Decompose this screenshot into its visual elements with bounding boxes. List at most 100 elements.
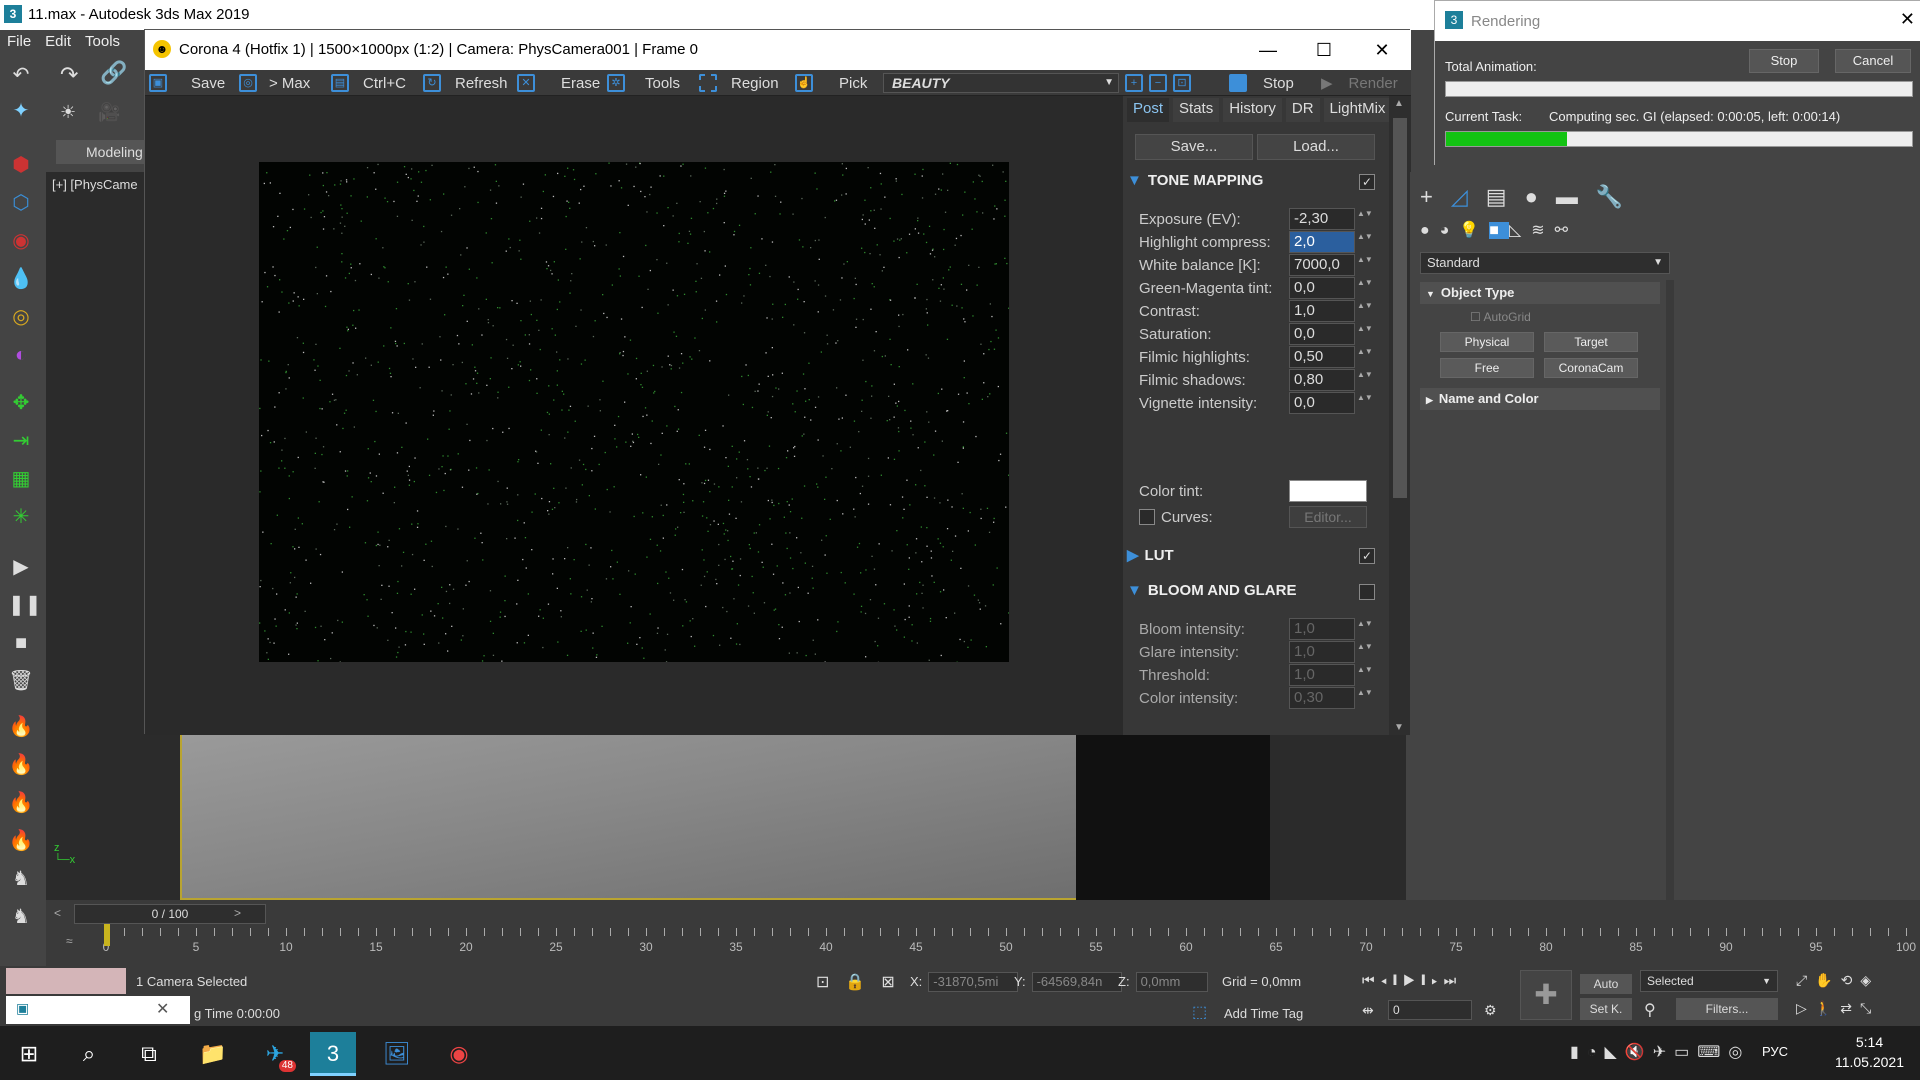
fire-icon[interactable]: 🔥 [8,714,34,740]
tone-1-spinner[interactable]: ▲▼ [1357,208,1373,230]
close-button[interactable]: ✕ [1353,30,1411,70]
zoom-icon[interactable]: ⤢ [1796,972,1815,988]
bloom-2-spinner[interactable]: ▲▼ [1357,641,1373,663]
tone-mapping-header[interactable]: ▼ TONE MAPPING [1127,172,1367,194]
create-tab-icon[interactable]: + [1420,184,1451,209]
light-icon[interactable]: ✦ [8,98,34,124]
cameras-icon[interactable]: ■ [1489,222,1509,239]
render-button[interactable]: ▶ Render [1321,73,1398,93]
bloom-checkbox[interactable] [1359,584,1375,600]
wifi-icon[interactable]: ◔ [1587,1044,1605,1061]
transform-mode-icon[interactable]: ⊠ [881,974,910,991]
pick-button[interactable]: ☝ Pick [795,73,867,93]
auto-key-button[interactable]: Auto [1580,974,1632,994]
post-scrollbar[interactable]: ▲ ▼ [1389,96,1411,735]
tone-8-spinner[interactable]: ▲▼ [1357,369,1373,391]
tone-2-field[interactable]: 2,0 [1289,231,1355,253]
bloom-2-field[interactable]: 1,0 [1289,641,1355,663]
system-tray[interactable]: ▮◔◣🔇✈▭⌨◎ [1570,1042,1750,1062]
stop-render-button[interactable]: Stop [1229,73,1294,93]
coronacam-button[interactable]: CoronaCam [1544,358,1638,378]
tone-8-field[interactable]: 0,80 [1289,369,1355,391]
create-icon[interactable]: ⬢ [8,152,34,178]
curves-editor-button[interactable]: Editor... [1289,506,1367,528]
prev-key-icon[interactable]: ◂❙ [1381,972,1403,988]
autogrid-checkbox[interactable]: ☐ AutoGrid [1470,310,1531,324]
workspace-tab[interactable]: Modeling [56,140,146,164]
explorer-icon[interactable]: 📁 [190,1032,236,1076]
shape-icon[interactable]: ◉ [8,228,34,254]
mini-window[interactable]: ▣ ✕ [6,996,190,1024]
tab-dr[interactable]: DR [1285,98,1320,122]
keyboard-icon[interactable]: ⌨ [1697,1044,1728,1061]
channel-select[interactable]: BEAUTY ▼ [883,73,1119,93]
next-key-icon[interactable]: ❙▸ [1421,972,1443,988]
maximize-button[interactable]: ☐ [1295,30,1353,70]
free-camera-button[interactable]: Free [1440,358,1534,378]
language-indicator[interactable]: РУС [1762,1044,1788,1059]
select-region-icon[interactable]: ⊡ [816,974,845,991]
truck-icon[interactable]: ⇄ [1840,1000,1860,1016]
to-max-button[interactable]: ◎ > Max [239,73,310,93]
walk-icon[interactable]: 🚶 [1815,1000,1840,1016]
curve-editor-icon[interactable]: ≈ [66,934,73,948]
nav-tools-bottom[interactable]: ▷🚶⇄⤡ [1796,1000,1879,1017]
color-tint-swatch[interactable] [1289,480,1367,502]
geometry-icon[interactable]: ⬡ [8,190,34,216]
lock-icon[interactable]: 🔒 [845,974,881,991]
tone-5-field[interactable]: 1,0 [1289,300,1355,322]
pause-icon[interactable]: ❚❚ [8,592,42,618]
key-mode-icon[interactable]: ⇹ [1362,1002,1374,1019]
orbit-icon[interactable]: ⟲ [1841,972,1861,988]
z-field[interactable]: 0,0mm [1135,972,1208,992]
set-key-button[interactable]: Set K. [1580,998,1632,1020]
fire-icon-2[interactable]: 🔥 [8,752,34,778]
drop-icon[interactable]: 💧 [8,266,34,292]
region-button[interactable]: Region [699,73,779,93]
nvidia-icon[interactable]: ◣ [1604,1044,1624,1061]
telegram-tray-icon[interactable]: ✈ [1653,1044,1674,1061]
maxscript-listener[interactable] [6,968,126,994]
telegram-icon[interactable]: ✈ 48 [252,1032,298,1076]
load-preset-button[interactable]: Load... [1257,134,1375,160]
pan-icon[interactable]: ✋ [1815,972,1840,988]
time-ruler[interactable]: 0 5 10 15 20 25 30 35 40 45 50 55 60 65 70 75 80 85 90 95 10… [103,924,1916,964]
close-icon[interactable]: ✕ [1900,9,1915,30]
curves-checkbox[interactable] [1139,509,1155,525]
physical-camera-button[interactable]: Physical [1440,332,1534,352]
bloom-3-spinner[interactable]: ▲▼ [1357,664,1373,686]
scroll-down-icon[interactable]: ▼ [1394,722,1404,733]
fire-icon-3[interactable]: 🔥 [8,790,34,816]
display-tab-icon[interactable]: ▬ [1556,184,1596,209]
menu-tools[interactable]: Tools [78,30,127,53]
sun-icon[interactable]: ☀ [60,102,76,123]
geometry-icon[interactable]: ● [1420,222,1440,239]
helper-icon[interactable]: ◎ [8,304,34,330]
bloom-header[interactable]: ▼ BLOOM AND GLARE [1127,582,1367,604]
cancel-button[interactable]: Cancel [1835,49,1911,73]
goto-start-icon[interactable]: ⏮ [1362,972,1381,988]
undo-icon[interactable]: ↶ [8,62,34,88]
motion-tab-icon[interactable]: ● [1525,184,1556,209]
tone-mapping-checkbox[interactable]: ✓ [1359,174,1375,190]
tray-app-icon[interactable]: ▮ [1570,1044,1587,1061]
current-frame-field[interactable]: 0 [1388,1000,1472,1020]
viewport-label[interactable]: [+] [PhysCame [52,177,138,192]
lut-header[interactable]: ▶ LUT [1127,546,1367,568]
redo-icon[interactable]: ↷ [60,62,78,88]
bloom-4-field[interactable]: 0,30 [1289,687,1355,709]
modify-tab-icon[interactable]: ◿ [1451,184,1486,209]
goto-end-icon[interactable]: ⏭ [1444,972,1463,988]
copy-button[interactable]: ▤ Ctrl+C [331,73,406,93]
task-view-icon[interactable]: ⧉ [126,1032,172,1076]
burst-icon[interactable]: ✳ [8,504,34,530]
browser-tray-icon[interactable]: ◎ [1728,1044,1750,1061]
target-camera-button[interactable]: Target [1544,332,1638,352]
stop-button[interactable]: Stop [1749,49,1819,73]
hierarchy-tab-icon[interactable]: ▤ [1486,184,1525,209]
save-preset-button[interactable]: Save... [1135,134,1253,160]
system-icon[interactable]: ◐ [8,342,34,368]
chrome-icon[interactable]: ◉ [436,1032,482,1076]
volume-icon[interactable]: 🔇 [1625,1044,1653,1061]
cmd-tabs[interactable]: +◿▤●▬🔧 [1420,184,1641,210]
